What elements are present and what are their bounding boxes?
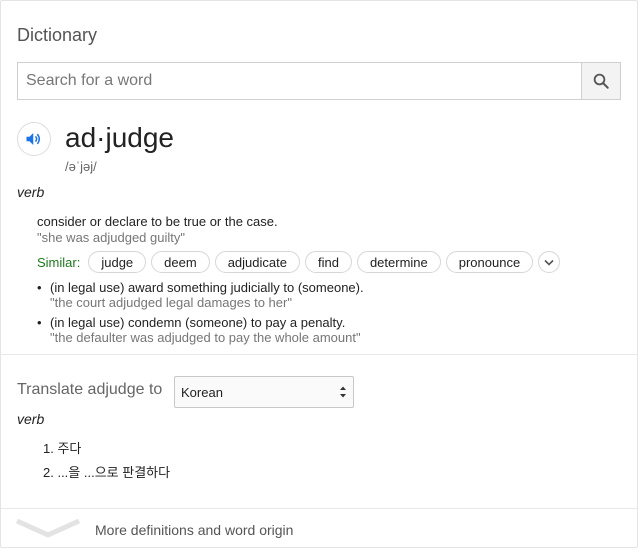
- search-input[interactable]: [18, 63, 598, 99]
- similar-words: Similar: judge deem adjudicate find dete…: [37, 250, 561, 274]
- expand-similar-button[interactable]: [538, 251, 561, 273]
- language-select-value: Korean: [181, 385, 223, 400]
- search-bar: [17, 62, 621, 100]
- search-icon: [593, 73, 609, 89]
- subdefinition-example: "the defaulter was adjudged to pay the w…: [50, 330, 361, 345]
- card-title: Dictionary: [17, 25, 98, 45]
- section-divider: [1, 354, 638, 355]
- phonetic: /əˈjəj/: [65, 159, 97, 174]
- bullet: •: [37, 315, 42, 330]
- similar-chip-deem[interactable]: deem: [151, 251, 210, 273]
- subdefinition-text: (in legal use) condemn (someone) to pay …: [50, 315, 346, 330]
- definition-example: "she was adjudged guilty": [37, 230, 185, 245]
- translation-part-of-speech: verb: [17, 411, 45, 427]
- similar-chip-pronounce[interactable]: pronounce: [445, 251, 534, 273]
- part-of-speech: verb: [17, 184, 45, 200]
- similar-label: Similar:: [37, 254, 81, 270]
- speaker-icon: [26, 133, 40, 145]
- translation-item: 2. ...을 ...으로 판결하다: [43, 465, 171, 480]
- more-definitions-label: More definitions and word origin: [95, 522, 294, 538]
- headword: ad·judge: [65, 122, 174, 153]
- similar-chip-judge[interactable]: judge: [88, 251, 147, 273]
- definition-text: consider or declare to be true or the ca…: [37, 214, 278, 229]
- translation-item: 1. 주다: [43, 441, 82, 456]
- pronunciation-button[interactable]: [17, 122, 51, 156]
- more-definitions-button[interactable]: More definitions and word origin: [1, 509, 638, 549]
- language-select[interactable]: Korean: [174, 376, 354, 408]
- dictionary-card: Dictionary ad·judge /əˈjəj/ verb conside…: [0, 0, 638, 548]
- similar-chip-adjudicate[interactable]: adjudicate: [214, 251, 300, 273]
- bullet: •: [37, 280, 42, 295]
- similar-chip-determine[interactable]: determine: [356, 251, 441, 273]
- subdefinition-example: "the court adjudged legal damages to her…: [50, 295, 292, 310]
- search-button[interactable]: [581, 63, 620, 99]
- translate-label: Translate adjudge to: [17, 381, 163, 398]
- expand-chevron-icon: [15, 519, 81, 538]
- similar-chip-find[interactable]: find: [304, 251, 352, 273]
- subdefinition-text: (in legal use) award something judiciall…: [50, 280, 364, 295]
- select-arrows-icon: [340, 386, 346, 398]
- chevron-down-icon: [544, 259, 554, 266]
